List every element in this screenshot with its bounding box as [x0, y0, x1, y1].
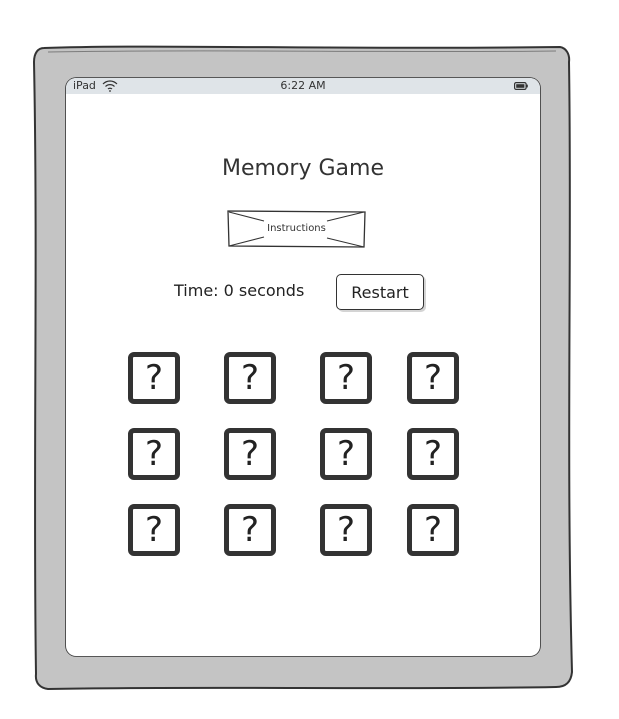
question-mark-label: ? [423, 510, 443, 550]
question-mark-label: ? [336, 510, 356, 550]
question-mark-label: ? [240, 434, 260, 474]
memory-card[interactable]: ? [128, 504, 180, 556]
question-mark-label: ? [144, 358, 164, 398]
cards-grid: ???????????? [128, 352, 468, 564]
memory-card[interactable]: ? [407, 428, 459, 480]
restart-button[interactable]: Restart [336, 274, 424, 310]
question-mark-label: ? [336, 434, 356, 474]
memory-card[interactable]: ? [224, 504, 276, 556]
status-bar: iPad 6:22 AM [66, 78, 540, 94]
question-mark-label: ? [240, 510, 260, 550]
question-mark-label: ? [423, 434, 443, 474]
question-mark-label: ? [336, 358, 356, 398]
question-mark-label: ? [423, 358, 443, 398]
memory-card[interactable]: ? [320, 352, 372, 404]
instructions-panel[interactable]: Instructions [227, 210, 366, 248]
memory-card[interactable]: ? [320, 504, 372, 556]
question-mark-label: ? [144, 434, 164, 474]
page-title: Memory Game [222, 156, 384, 181]
memory-card[interactable]: ? [128, 428, 180, 480]
memory-card[interactable]: ? [320, 428, 372, 480]
memory-card[interactable]: ? [407, 504, 459, 556]
instructions-label: Instructions [267, 223, 326, 234]
memory-card[interactable]: ? [407, 352, 459, 404]
ipad-screen: iPad 6:22 AM Memory Game Instructions Ti… [66, 78, 540, 656]
question-mark-label: ? [240, 358, 260, 398]
status-time: 6:22 AM [280, 79, 326, 92]
page: iPad 6:22 AM Memory Game Instructions Ti… [0, 0, 619, 719]
battery-icon [514, 82, 528, 90]
memory-card[interactable]: ? [224, 428, 276, 480]
memory-card[interactable]: ? [128, 352, 180, 404]
question-mark-label: ? [144, 510, 164, 550]
memory-card[interactable]: ? [224, 352, 276, 404]
timer-text: Time: 0 seconds [174, 281, 305, 300]
